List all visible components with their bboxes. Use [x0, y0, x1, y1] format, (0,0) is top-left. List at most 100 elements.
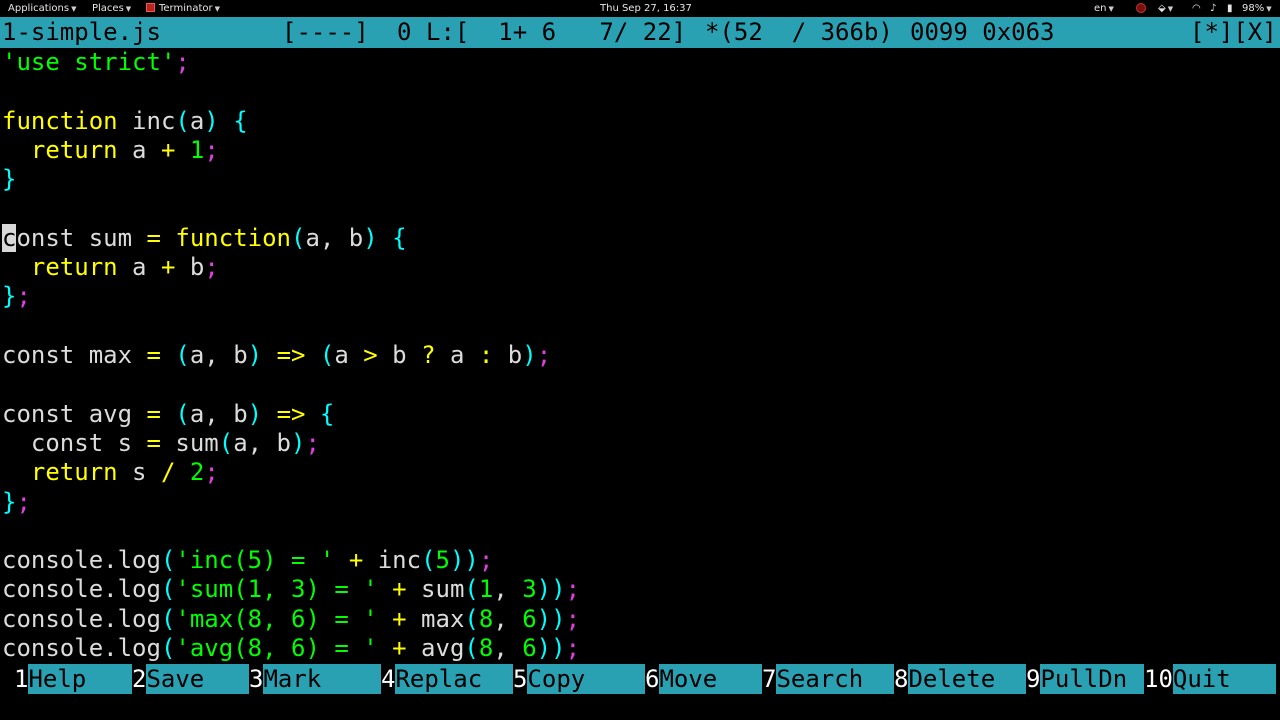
wifi-icon[interactable]: ◠ — [1192, 2, 1201, 15]
code-token: ; — [565, 604, 581, 633]
code-token: } — [2, 165, 17, 194]
fkey-label: Replac — [395, 664, 513, 694]
chevron-down-icon: ▼ — [1266, 5, 1272, 13]
code-token: } — [2, 487, 17, 516]
code-token: ( — [160, 634, 176, 662]
code-token: + — [160, 135, 176, 164]
code-token: 8 — [478, 604, 494, 633]
code-token: ( — [319, 341, 335, 369]
fkey-help[interactable]: 1Help — [14, 664, 132, 694]
code-token: ( — [160, 546, 176, 575]
fkey-save[interactable]: 2Save — [132, 664, 249, 694]
code-line[interactable]: console.log('sum(1, 3) = ' + sum(1, 3)); — [2, 575, 580, 604]
code-token: ; — [565, 575, 581, 604]
code-line[interactable]: } — [2, 165, 16, 194]
code-line[interactable]: return s / 2; — [2, 458, 219, 487]
fkey-move[interactable]: 6Move — [645, 664, 762, 694]
code-line[interactable]: }; — [2, 488, 31, 517]
code-token: ; — [204, 253, 219, 282]
battery-icon[interactable]: ▮ — [1227, 2, 1233, 15]
code-token: max — [406, 604, 465, 633]
dropbox-icon[interactable]: ⬙ ▼ — [1158, 2, 1173, 16]
code-line[interactable]: }; — [2, 282, 31, 311]
places-menu[interactable]: Places ▼ — [92, 2, 131, 16]
code-token: ; — [16, 282, 31, 311]
code-token: a — [334, 341, 364, 369]
code-token: ( — [175, 106, 190, 135]
fkey-delete[interactable]: 8Delete — [894, 664, 1026, 694]
fkey-label: Delete — [908, 664, 1026, 694]
language-indicator[interactable]: en ▼ — [1094, 2, 1114, 16]
code-token: console.log — [2, 634, 161, 662]
code-token: ( — [218, 428, 234, 457]
code-token: function — [175, 223, 291, 252]
code-line[interactable]: return a + b; — [2, 253, 219, 282]
terminator-menu[interactable]: Terminator ▼ — [146, 2, 220, 16]
code-token: => — [276, 341, 306, 369]
battery-percent: 98% ▼ — [1242, 2, 1272, 16]
fkey-number: 3 — [249, 665, 264, 693]
code-line[interactable]: const max = (a, b) => (a > b ? a : b); — [2, 341, 551, 370]
code-token: b — [377, 341, 422, 369]
code-token: a — [189, 106, 205, 135]
code-token: )) — [536, 575, 566, 604]
clock[interactable]: Thu Sep 27, 16:37 — [600, 2, 692, 15]
code-line[interactable]: console.log('max(8, 6) = ' + max(8, 6)); — [2, 605, 580, 634]
code-token: const s — [2, 428, 147, 457]
code-token: console.log — [2, 575, 161, 604]
code-token: const avg — [2, 399, 147, 428]
code-token: = — [146, 223, 161, 252]
fkey-copy[interactable]: 5Copy — [513, 664, 645, 694]
code-token: )) — [536, 634, 566, 662]
fkey-search[interactable]: 7Search — [762, 664, 894, 694]
code-line[interactable]: return a + 1; — [2, 136, 219, 165]
fkey-replac[interactable]: 4Replac — [381, 664, 513, 694]
code-token: return — [30, 135, 118, 164]
fkey-pulldn[interactable]: 9PullDn — [1026, 664, 1144, 694]
code-token: ) — [363, 223, 378, 252]
code-token: => — [276, 399, 306, 428]
modified-flags: [----] — [282, 18, 369, 46]
fkey-number: 10 — [1144, 665, 1173, 693]
applications-menu[interactable]: Applications ▼ — [8, 2, 76, 16]
code-token: = — [146, 428, 161, 457]
code-line[interactable]: function inc(a) { — [2, 107, 248, 136]
code-token: b — [493, 341, 523, 369]
window-buttons[interactable]: [*][X] — [1190, 17, 1277, 48]
code-token: 2 — [189, 458, 205, 487]
fkey-mark[interactable]: 3Mark — [249, 664, 381, 694]
code-line[interactable]: console.log('inc(5) = ' + inc(5)); — [2, 546, 493, 575]
battery-label: 98% — [1242, 3, 1265, 14]
text-cursor: c — [2, 223, 17, 252]
code-line[interactable]: const sum = function(a, b) { — [2, 223, 407, 253]
code-token: return — [30, 253, 118, 282]
fkey-number: 7 — [762, 665, 777, 693]
code-token: const max — [2, 341, 147, 369]
code-editor[interactable]: 'use strict'; function inc(a) { return a … — [0, 48, 1280, 664]
terminator-label: Terminator — [159, 3, 213, 14]
fkey-quit[interactable]: 10Quit — [1144, 664, 1276, 694]
code-token: ) — [291, 428, 306, 457]
code-line[interactable]: const avg = (a, b) => { — [2, 400, 334, 429]
code-token: ) — [247, 399, 263, 428]
top-panel: Applications ▼ Places ▼ Terminator ▼ Thu Se… — [0, 0, 1280, 17]
code-token: ( — [160, 575, 176, 604]
fkey-number: 6 — [645, 665, 660, 693]
code-token: s — [117, 458, 161, 487]
code-line[interactable]: const s = sum(a, b); — [2, 429, 320, 458]
editor-status-bar: 1-simple.js [----] 0 L:[ 1+ 6 7/ 22] *(5… — [0, 17, 1280, 48]
record-icon[interactable] — [1136, 3, 1146, 13]
code-line[interactable]: 'use strict'; — [2, 48, 190, 77]
fkey-number: 9 — [1026, 665, 1041, 693]
code-token: ; — [536, 341, 552, 369]
code-line[interactable]: console.log('avg(8, 6) = ' + avg(8, 6)); — [2, 634, 580, 663]
fkey-label: Mark — [263, 664, 381, 694]
volume-icon[interactable]: ♪ — [1210, 2, 1216, 15]
code-token: = — [146, 399, 161, 428]
